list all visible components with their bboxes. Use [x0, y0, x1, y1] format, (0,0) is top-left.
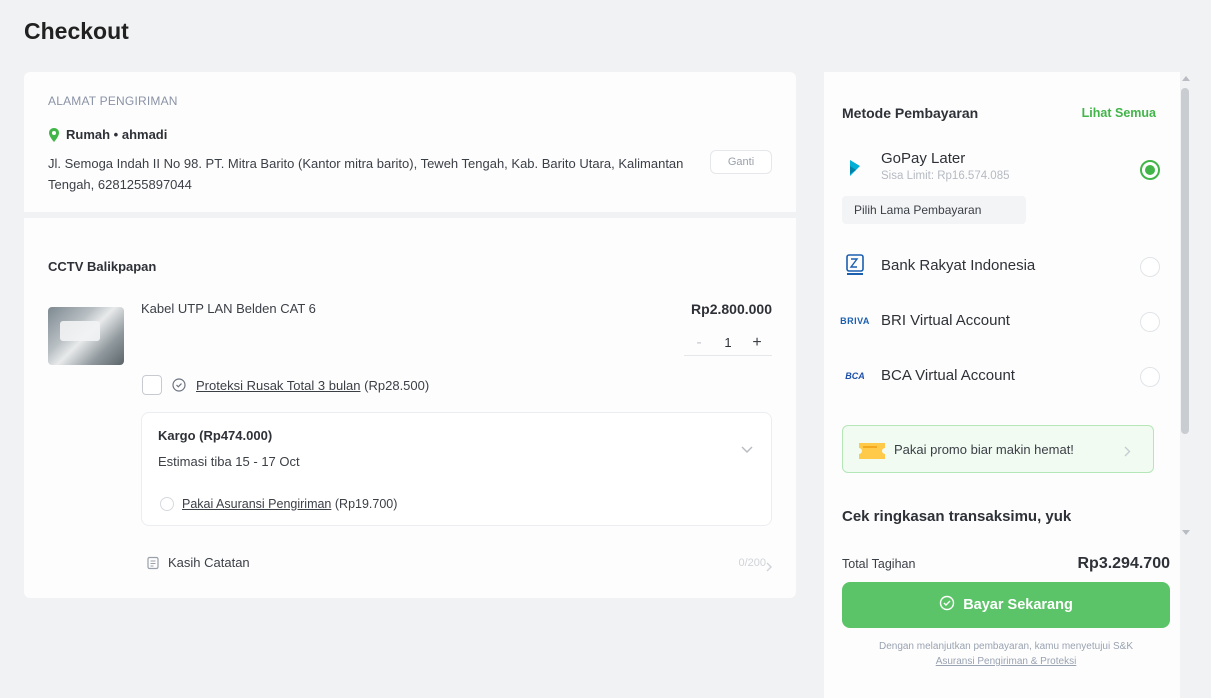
insurance-link[interactable]: Pakai Asuransi Pengiriman: [182, 497, 331, 511]
bca-logo-icon: BCA: [845, 371, 865, 381]
increase-quantity-button[interactable]: +: [748, 334, 766, 352]
payment-option-name: BCA Virtual Account: [881, 367, 1015, 384]
payment-option-limit: Sisa Limit: Rp16.574.085: [881, 170, 1010, 182]
chevron-right-icon: [766, 559, 772, 572]
address-section-label: ALAMAT PENGIRIMAN: [48, 94, 178, 108]
shipping-option-box[interactable]: Kargo (Rp474.000) Estimasi tiba 15 - 17 …: [141, 412, 772, 526]
promo-coupon-icon: [857, 439, 887, 461]
payment-option-bca[interactable]: BCA BCA Virtual Account: [842, 367, 1160, 389]
protection-link[interactable]: Proteksi Rusak Total 3 bulan: [196, 378, 361, 393]
scroll-up-arrow-icon[interactable]: [1182, 76, 1190, 81]
payment-option-name: GoPay Later: [881, 150, 966, 167]
total-label: Total Tagihan: [842, 557, 916, 571]
payment-scrollbar[interactable]: [1180, 72, 1192, 542]
shipping-eta: Estimasi tiba 15 - 17 Oct: [158, 454, 300, 469]
payment-option-name: Bank Rakyat Indonesia: [881, 257, 1036, 274]
page-title: Checkout: [24, 18, 129, 44]
change-address-button[interactable]: Ganti: [710, 150, 772, 174]
choose-tenor-chip[interactable]: Pilih Lama Pembayaran: [842, 196, 1026, 224]
section-divider: [24, 212, 796, 218]
briva-logo-icon: BRIVA: [840, 316, 870, 326]
payment-radio-selected[interactable]: [1140, 160, 1160, 180]
decrease-quantity-button[interactable]: -: [690, 334, 708, 352]
protection-row: Proteksi Rusak Total 3 bulan (Rp28.500): [142, 375, 429, 395]
payment-radio[interactable]: [1140, 367, 1160, 387]
payment-radio[interactable]: [1140, 257, 1160, 277]
add-note-label: Kasih Catatan: [168, 555, 250, 570]
product-image: [48, 307, 124, 365]
payment-option-gopay-later[interactable]: GoPay Later Sisa Limit: Rp16.574.085: [842, 150, 1160, 190]
insurance-checkbox[interactable]: [160, 497, 174, 511]
quantity-value: 1: [724, 335, 732, 350]
payment-radio[interactable]: [1140, 312, 1160, 332]
shop-name: CCTV Balikpapan: [48, 259, 157, 274]
pay-now-button[interactable]: Bayar Sekarang: [842, 582, 1170, 628]
summary-title: Cek ringkasan transaksimu, yuk: [842, 508, 1072, 525]
chevron-down-icon[interactable]: [741, 441, 753, 454]
total-value: Rp3.294.700: [1077, 555, 1170, 572]
pay-now-label: Bayar Sekarang: [963, 597, 1073, 613]
scroll-down-arrow-icon[interactable]: [1182, 530, 1190, 535]
payment-panel: Metode Pembayaran Lihat Semua GoPay Late…: [824, 72, 1180, 698]
address-name: Rumah • ahmadi: [66, 127, 168, 142]
payment-method-header: Metode Pembayaran: [842, 105, 979, 121]
see-all-payment-link[interactable]: Lihat Semua: [1082, 106, 1156, 120]
scrollbar-thumb[interactable]: [1181, 88, 1189, 434]
quantity-stepper: - 1 +: [684, 330, 772, 356]
protection-checkbox[interactable]: [142, 375, 162, 395]
payment-option-name: BRI Virtual Account: [881, 312, 1010, 329]
shipping-title: Kargo (Rp474.000): [158, 428, 273, 443]
insurance-price: (Rp19.700): [334, 497, 398, 511]
promo-banner[interactable]: Pakai promo biar makin hemat!: [842, 425, 1154, 473]
checkout-main-panel: ALAMAT PENGIRIMAN Rumah • ahmadi Jl. Sem…: [24, 72, 796, 598]
terms-link[interactable]: Asuransi Pengiriman & Proteksi: [936, 656, 1077, 667]
payment-option-briva[interactable]: BRIVA BRI Virtual Account: [840, 312, 1160, 334]
payment-option-bri[interactable]: Bank Rakyat Indonesia: [842, 254, 1160, 279]
shield-icon: [172, 378, 186, 392]
add-note-row[interactable]: Kasih Catatan: [146, 555, 250, 570]
chevron-right-icon: [1124, 444, 1131, 457]
gopay-later-icon: [842, 158, 868, 178]
note-char-count: 0/200: [738, 557, 766, 569]
promo-text: Pakai promo biar makin hemat!: [894, 442, 1074, 457]
terms-text: Dengan melanjutkan pembayaran, kamu meny…: [878, 641, 1134, 667]
address-text: Jl. Semoga Indah II No 98. PT. Mitra Bar…: [48, 156, 684, 192]
shield-check-icon: [939, 595, 955, 615]
location-pin-icon: [48, 127, 60, 142]
protection-price: (Rp28.500): [364, 377, 430, 393]
product-name: Kabel UTP LAN Belden CAT 6: [141, 301, 316, 316]
shipping-insurance-row: Pakai Asuransi Pengiriman (Rp19.700): [160, 497, 397, 511]
address-name-row: Rumah • ahmadi: [48, 127, 167, 142]
note-icon: [146, 556, 160, 570]
product-price: Rp2.800.000: [691, 301, 772, 317]
bri-bank-icon: [842, 254, 868, 275]
